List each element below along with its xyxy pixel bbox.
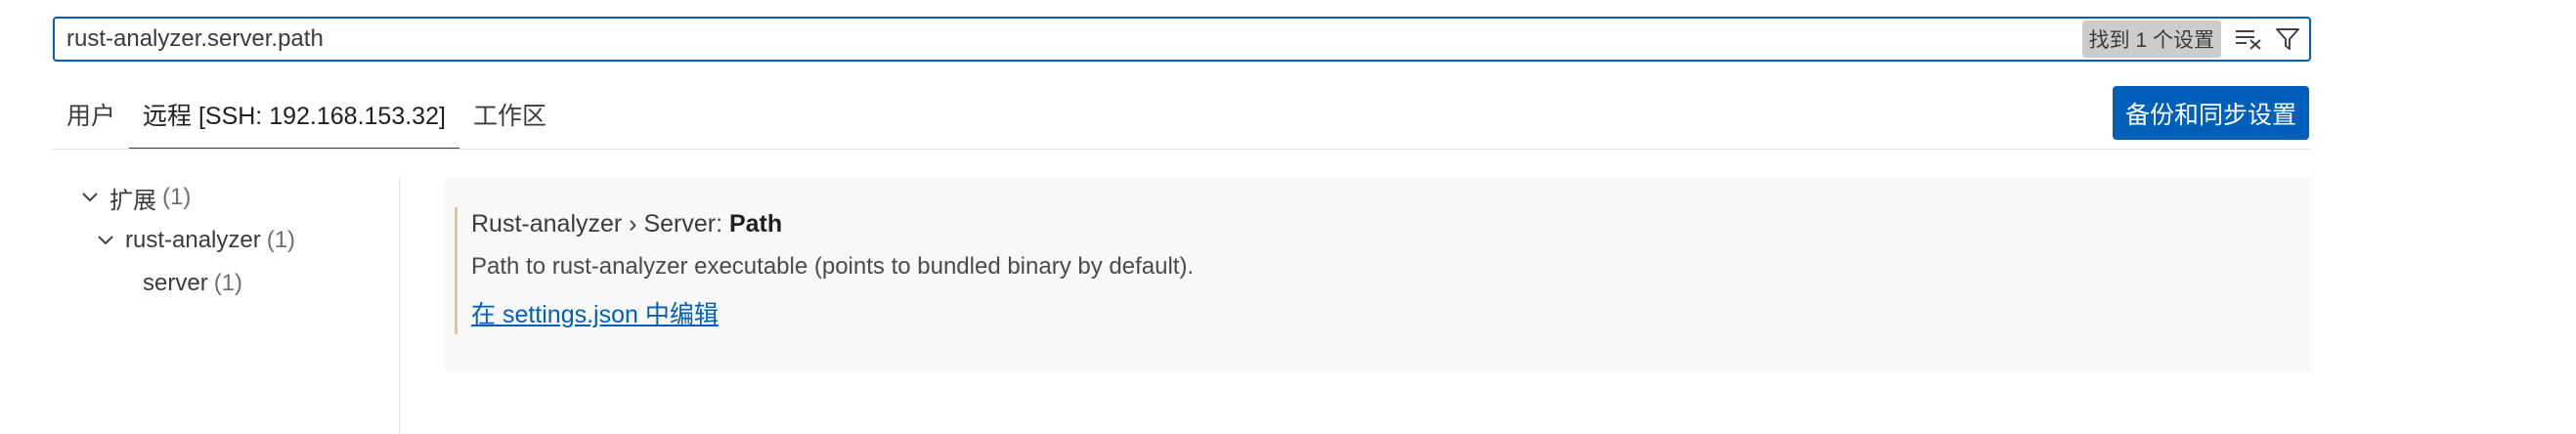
toc-item-count: (1) xyxy=(162,184,192,210)
setting-item-rust-analyzer-server-path: Rust-analyzer › Server: Path Path to rus… xyxy=(455,207,2292,334)
toc-item-server[interactable]: server (1) xyxy=(53,262,395,305)
toc-item-rust-analyzer[interactable]: rust-analyzer (1) xyxy=(53,219,395,262)
setting-name: Path xyxy=(728,210,783,238)
toc-item-extensions[interactable]: 扩展 (1) xyxy=(53,176,395,219)
chevron-down-icon xyxy=(92,227,119,254)
clear-filter-icon[interactable] xyxy=(2231,22,2266,57)
toc-divider xyxy=(399,178,400,434)
tab-remote[interactable]: 远程 [SSH: 192.168.153.32] xyxy=(129,97,459,150)
settings-editor: 找到 1 个设置 用户 远程 [SSH: 192.168.153.32] 工作区… xyxy=(0,0,2576,434)
filter-icon[interactable] xyxy=(2270,22,2305,57)
search-result-count-badge: 找到 1 个设置 xyxy=(2081,21,2221,58)
toc-item-label: server xyxy=(143,270,208,296)
settings-search-input[interactable] xyxy=(55,24,2082,54)
settings-toc-tree: 扩展 (1) rust-analyzer (1) server (1) xyxy=(53,176,395,305)
toc-item-count: (1) xyxy=(213,270,243,296)
setting-description: Path to rust-analyzer executable (points… xyxy=(471,253,1195,280)
settings-search-box: 找到 1 个设置 xyxy=(53,17,2311,62)
settings-scope-tabs: 用户 远程 [SSH: 192.168.153.32] 工作区 xyxy=(53,88,560,150)
chevron-down-icon xyxy=(76,184,104,211)
setting-title: Rust-analyzer › Server: Path xyxy=(471,207,2292,240)
toc-item-label: rust-analyzer xyxy=(125,227,261,253)
backup-and-sync-button[interactable]: 备份和同步设置 xyxy=(2113,86,2309,140)
toc-item-count: (1) xyxy=(266,227,296,253)
setting-item-panel: Rust-analyzer › Server: Path Path to rus… xyxy=(445,178,2311,371)
toc-item-label: 扩展 xyxy=(109,187,156,214)
setting-category: Rust-analyzer › Server: xyxy=(471,210,729,238)
tabs-divider xyxy=(53,149,2311,150)
tab-user[interactable]: 用户 xyxy=(53,97,129,150)
edit-in-settings-json-link[interactable]: 在 settings.json 中编辑 xyxy=(471,295,719,330)
tab-workspace[interactable]: 工作区 xyxy=(459,97,560,150)
